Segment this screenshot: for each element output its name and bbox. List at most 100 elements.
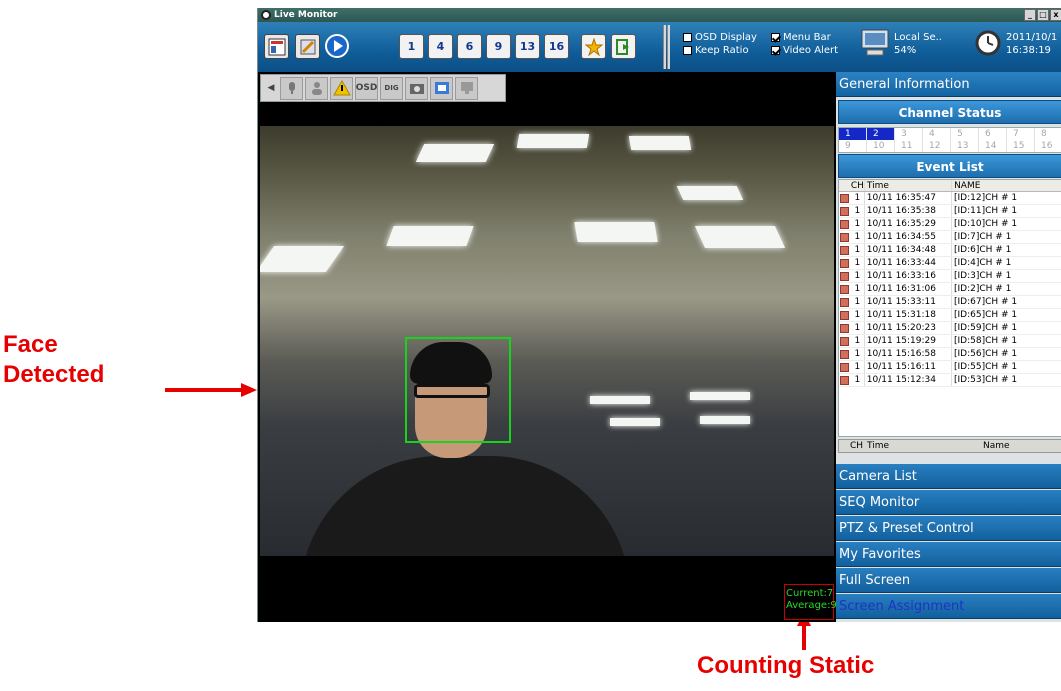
layout-icon-button[interactable] [264,34,289,59]
full-screen-menu[interactable]: Full Screen [836,568,1061,593]
channel-cell[interactable]: 9 [839,140,867,152]
image-button[interactable] [430,76,453,100]
exit-icon [615,38,629,55]
channel-cell[interactable]: 4 [923,128,951,140]
event-row[interactable]: 1 10/11 15:33:11 [ID:67]CH # 1 [839,296,1061,309]
channel-cell[interactable]: 2 [867,128,895,140]
channel-cell[interactable]: 8 [1035,128,1061,140]
favorite-button[interactable] [581,34,606,59]
osd-display-checkbox[interactable] [683,33,692,42]
play-button[interactable] [324,33,349,58]
event-alert-icon [839,374,851,386]
event-row[interactable]: 1 10/11 15:20:23 [ID:59]CH # 1 [839,322,1061,335]
event-row[interactable]: 1 10/11 15:12:34 [ID:53]CH # 1 [839,374,1061,387]
event-name: [ID:65]CH # 1 [953,310,1018,320]
event-row[interactable]: 1 10/11 16:35:47 [ID:12]CH # 1 [839,192,1061,205]
osd-display-option[interactable]: OSD Display [683,31,757,44]
ceiling-light [386,226,474,246]
ceiling-light [610,418,660,426]
column-ch[interactable]: CH [851,180,865,191]
event-row[interactable]: 1 10/11 16:34:55 [ID:7]CH # 1 [839,231,1061,244]
channel-cell[interactable]: 16 [1035,140,1061,152]
speaker-icon[interactable]: ◀ [264,77,278,100]
video-alert-option[interactable]: Video Alert [771,44,838,57]
channel-cell[interactable]: 11 [895,140,923,152]
my-favorites-menu[interactable]: My Favorites [836,542,1061,567]
split-13-button[interactable]: 13 [515,34,540,59]
ceiling-light [700,416,750,424]
channel-cell[interactable]: 14 [979,140,1007,152]
channel-status-header[interactable]: Channel Status [838,100,1061,124]
split-16-button[interactable]: 16 [544,34,569,59]
osd-button[interactable]: OSD [355,76,378,100]
maximize-button[interactable]: □ [1037,9,1049,21]
ceiling-light [574,222,658,242]
counting-statistics: Current:7 Average:9 [784,584,837,620]
video-alert-checkbox[interactable] [771,46,780,55]
close-button[interactable]: x [1050,9,1061,21]
event-row[interactable]: 1 10/11 16:33:44 [ID:4]CH # 1 [839,257,1061,270]
event-row[interactable]: 1 10/11 16:34:48 [ID:6]CH # 1 [839,244,1061,257]
event-row[interactable]: 1 10/11 15:16:11 [ID:55]CH # 1 [839,361,1061,374]
seq-monitor-menu[interactable]: SEQ Monitor [836,490,1061,515]
event-row[interactable]: 1 10/11 15:19:29 [ID:58]CH # 1 [839,335,1061,348]
general-information-header[interactable]: General Information [836,72,1061,97]
channel-cell[interactable]: 1 [839,128,867,140]
column-time[interactable]: Time [865,180,953,191]
face-detection-box [405,337,511,443]
event-ch: 1 [851,257,865,269]
settings-tool-button[interactable] [295,34,320,59]
split-6-button[interactable]: 6 [457,34,482,59]
channel-cell[interactable]: 3 [895,128,923,140]
screen-assignment-menu[interactable]: Screen Assignment [836,594,1061,619]
event-row[interactable]: 1 10/11 15:16:58 [ID:56]CH # 1 [839,348,1061,361]
event-ch: 1 [851,309,865,321]
date-value: 2011/10/1 [1006,32,1058,43]
osd-display-label: OSD Display [695,32,757,43]
channel-cell[interactable]: 7 [1007,128,1035,140]
image-icon [434,82,449,94]
alarm-button[interactable] [330,76,353,100]
channel-cell[interactable]: 10 [867,140,895,152]
cpu-usage-value: 54% [894,45,917,56]
event-row[interactable]: 1 10/11 16:35:38 [ID:11]CH # 1 [839,205,1061,218]
event-list-header[interactable]: Event List [838,154,1061,178]
exit-button[interactable] [611,34,636,59]
playback-button[interactable] [455,76,478,100]
event-row[interactable]: 1 10/11 15:31:18 [ID:65]CH # 1 [839,309,1061,322]
menu-bar-checkbox[interactable] [771,33,780,42]
play-icon [324,33,349,58]
ceiling-light [676,186,744,200]
keep-ratio-option[interactable]: Keep Ratio [683,44,749,57]
channel-cell[interactable]: 12 [923,140,951,152]
split-1-button[interactable]: 1 [399,34,424,59]
record-button[interactable] [280,76,303,100]
event-name: [ID:7]CH # 1 [953,232,1012,242]
minimize-button[interactable]: _ [1024,9,1036,21]
keep-ratio-checkbox[interactable] [683,46,692,55]
event-row[interactable]: 1 10/11 16:33:16 [ID:3]CH # 1 [839,270,1061,283]
event-list-footer: CH Time Name [838,439,1061,453]
channel-cell[interactable]: 5 [951,128,979,140]
channel-cell[interactable]: 15 [1007,140,1035,152]
menu-bar-option[interactable]: Menu Bar [771,31,831,44]
digital-zoom-button[interactable]: DIG [380,76,403,100]
camera-list-menu[interactable]: Camera List [836,464,1061,489]
column-name[interactable]: NAME [952,180,1061,191]
event-name: [ID:10]CH # 1 [953,219,1018,229]
event-ch: 1 [851,205,865,217]
camera-feed[interactable] [260,126,834,556]
channel-cell[interactable]: 6 [979,128,1007,140]
ceiling-light [590,396,650,404]
event-row[interactable]: 1 10/11 16:31:06 [ID:2]CH # 1 [839,283,1061,296]
snapshot-button[interactable] [405,76,428,100]
ptz-preset-menu[interactable]: PTZ & Preset Control [836,516,1061,541]
event-row[interactable]: 1 10/11 16:35:29 [ID:10]CH # 1 [839,218,1061,231]
event-alert-icon [839,283,851,295]
split-9-button[interactable]: 9 [486,34,511,59]
person-button[interactable] [305,76,328,100]
channel-cell[interactable]: 13 [951,140,979,152]
count-current: Current:7 [786,588,834,599]
ceiling-light [415,144,495,162]
split-4-button[interactable]: 4 [428,34,453,59]
